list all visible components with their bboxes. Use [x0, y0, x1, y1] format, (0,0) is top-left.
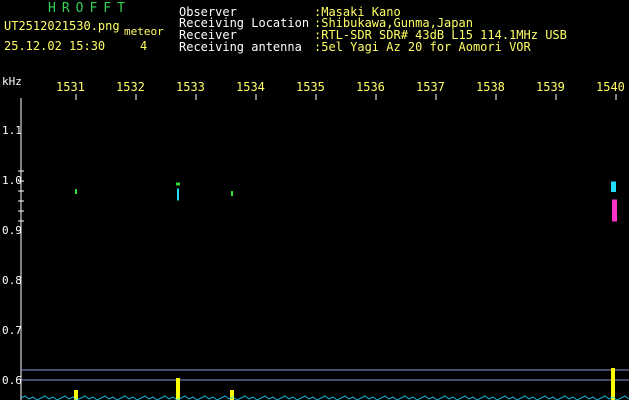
meteor-echo [176, 182, 180, 186]
meteor-echo [611, 181, 616, 192]
spectrogram-plot [18, 94, 629, 400]
signal-trace [20, 395, 629, 400]
signal-spike [176, 378, 180, 400]
signal-spike [611, 368, 615, 400]
meteor-echo-core [177, 188, 179, 201]
meteor-echo [75, 189, 77, 194]
meteor-echo [231, 191, 233, 196]
meteor-echo-core [612, 199, 617, 222]
